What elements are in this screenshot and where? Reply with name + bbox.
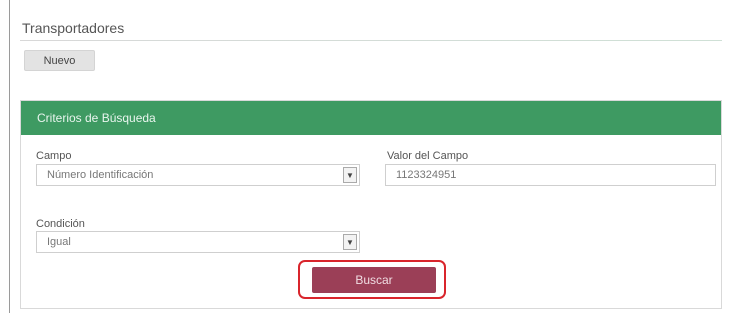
condicion-label: Condición <box>36 218 85 230</box>
campo-label: Campo <box>36 150 72 162</box>
valor-label: Valor del Campo <box>387 150 469 162</box>
panel-header: Criterios de Búsqueda <box>21 101 721 135</box>
chevron-down-icon[interactable]: ▼ <box>343 234 357 250</box>
valor-input[interactable]: 1123324951 <box>385 164 716 186</box>
title-divider <box>20 40 722 41</box>
condicion-select[interactable]: Igual ▼ <box>36 231 360 253</box>
campo-select[interactable]: Número Identificación ▼ <box>36 164 360 186</box>
search-button[interactable]: Buscar <box>312 267 436 293</box>
valor-input-value: 1123324951 <box>396 169 457 181</box>
campo-selected-value: Número Identificación <box>47 169 154 181</box>
page-title: Transportadores <box>22 20 125 36</box>
chevron-down-icon[interactable]: ▼ <box>343 167 357 183</box>
condicion-selected-value: Igual <box>47 236 71 248</box>
new-button[interactable]: Nuevo <box>24 50 95 71</box>
